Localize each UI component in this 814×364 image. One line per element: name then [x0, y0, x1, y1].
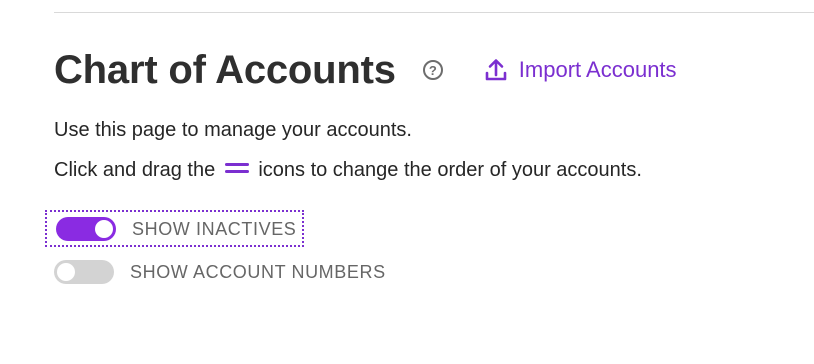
- import-accounts-link[interactable]: Import Accounts: [485, 57, 677, 83]
- page-title: Chart of Accounts: [54, 48, 396, 92]
- show-inactives-switch[interactable]: [56, 217, 116, 241]
- help-icon[interactable]: ?: [422, 60, 443, 80]
- page-header: Chart of Accounts ? Import Accounts: [54, 44, 677, 96]
- show-inactives-toggle[interactable]: SHOW INACTIVES: [45, 210, 305, 247]
- show-inactives-label: SHOW INACTIVES: [132, 219, 297, 239]
- switch-knob: [57, 263, 75, 281]
- show-account-numbers-toggle[interactable]: SHOW ACCOUNT NUMBERS: [54, 260, 386, 284]
- top-divider: [54, 12, 814, 13]
- description-line-2: Click and drag the icons to change the o…: [54, 158, 642, 182]
- show-account-numbers-label: SHOW ACCOUNT NUMBERS: [130, 262, 386, 282]
- description-line-1: Use this page to manage your accounts.: [54, 119, 412, 141]
- show-account-numbers-switch[interactable]: [54, 260, 114, 284]
- description-line-2-end: icons to change the order of your accoun…: [258, 159, 642, 181]
- description-line-2-start: Click and drag the: [54, 159, 216, 181]
- import-accounts-label: Import Accounts: [518, 57, 677, 82]
- upload-icon: [485, 59, 507, 81]
- drag-handle-icon: [224, 162, 249, 174]
- switch-knob: [95, 220, 113, 238]
